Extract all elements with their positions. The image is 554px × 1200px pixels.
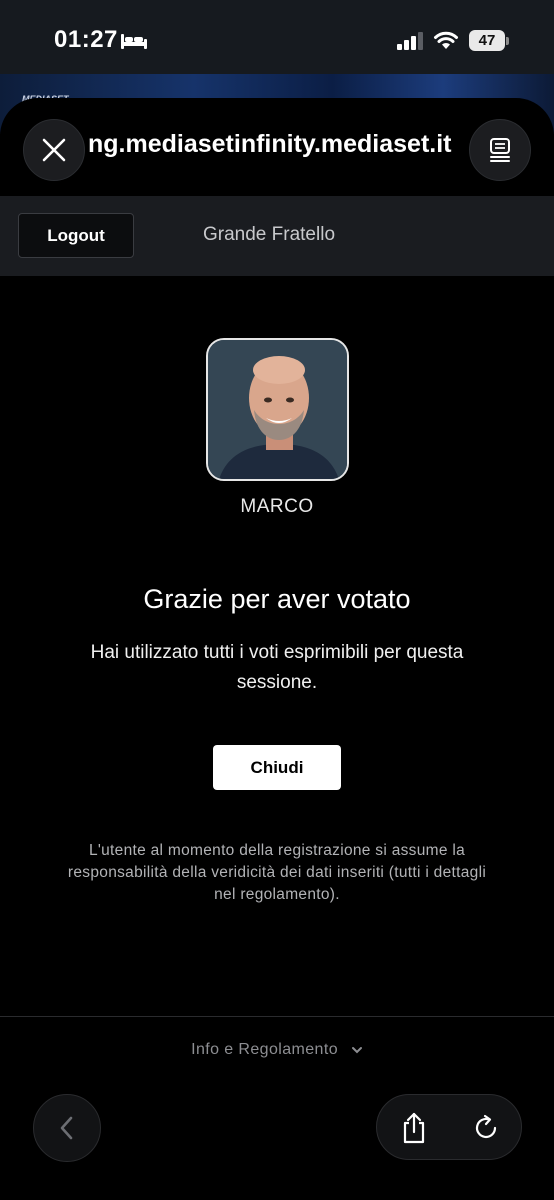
url-field[interactable]: ng.mediasetinfinity.mediaset.it <box>88 130 462 159</box>
confirmation-title: Grazie per aver votato <box>143 584 411 614</box>
status-time: 01:27 <box>54 26 118 53</box>
back-button[interactable] <box>33 1094 101 1162</box>
bed-icon <box>121 34 147 49</box>
info-regolamento-link[interactable]: Info e Regolamento <box>0 1041 554 1059</box>
reload-icon <box>475 1114 497 1139</box>
share-icon <box>403 1112 425 1144</box>
site-header: Logout Grande Fratello <box>0 196 554 276</box>
contestant-avatar <box>208 340 347 479</box>
confirmation-message: Hai utilizzato tutti i voti esprimibili … <box>90 642 464 693</box>
browser-actions <box>376 1094 522 1160</box>
back-arrow-icon <box>60 1116 73 1140</box>
footer-divider <box>0 1016 554 1017</box>
logout-button[interactable]: Logout <box>18 213 134 258</box>
battery-nub <box>506 37 509 45</box>
status-bar: 01:27 47 <box>0 0 554 84</box>
tabs-button[interactable] <box>469 119 531 181</box>
show-title: Grande Fratello <box>203 224 336 245</box>
info-link-label: Info e Regolamento <box>191 1041 338 1058</box>
browser-sheet: ng.mediasetinfinity.mediaset.it Logout G… <box>0 98 554 1200</box>
close-button[interactable] <box>23 119 85 181</box>
browser-toolbar: ng.mediasetinfinity.mediaset.it <box>0 98 554 196</box>
battery-icon: 47 <box>469 30 505 51</box>
contestant-name: MARCO <box>240 496 314 517</box>
chevron-down-icon <box>351 1046 362 1054</box>
contestant-photo <box>206 338 349 481</box>
close-dialog-button[interactable]: Chiudi <box>213 745 341 790</box>
share-button[interactable] <box>391 1105 437 1151</box>
wifi-icon <box>434 31 458 49</box>
tabs-icon <box>490 138 510 162</box>
signal-icon <box>397 32 423 50</box>
disclaimer-text: L'utente al momento della registrazione … <box>67 842 487 903</box>
close-icon <box>42 138 66 162</box>
reload-button[interactable] <box>463 1105 509 1151</box>
url-text: ng.mediasetinfinity.mediaset.it <box>88 130 452 158</box>
